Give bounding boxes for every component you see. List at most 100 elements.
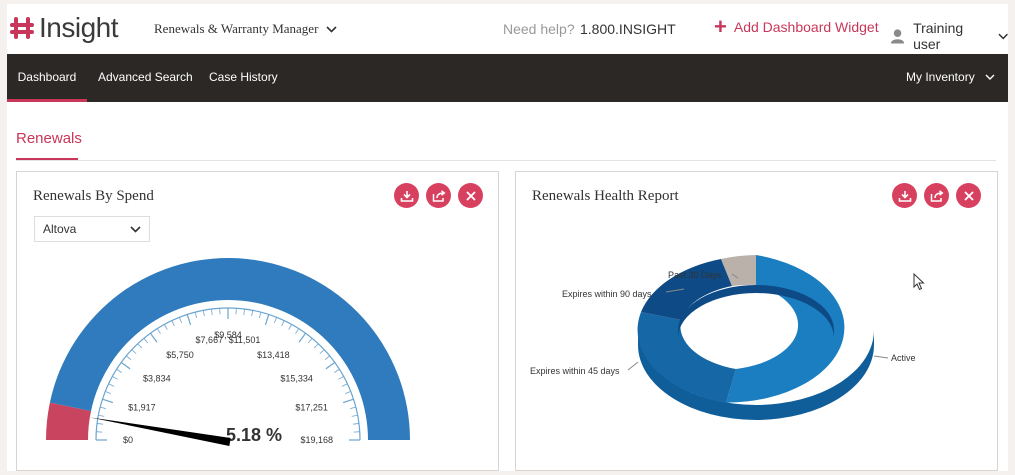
- leader-line: [873, 355, 889, 359]
- logo-text: Insight: [39, 12, 119, 43]
- app-switcher[interactable]: Renewals & Warranty Manager: [154, 21, 337, 37]
- close-button[interactable]: [458, 183, 483, 208]
- panel-title: Renewals Health Report: [532, 188, 679, 204]
- gauge-minor-tick: [258, 312, 262, 319]
- gauge-major-tick: [264, 314, 270, 326]
- gauge-minor-tick: [156, 328, 161, 334]
- download-button[interactable]: [394, 183, 419, 208]
- add-dashboard-widget-button[interactable]: + Add Dashboard Widget: [714, 14, 879, 39]
- donut-label-expires-90: Expires within 90 days: [562, 289, 652, 299]
- insight-logo[interactable]: Insight: [9, 12, 119, 44]
- gauge-minor-tick: [179, 317, 182, 323]
- gauge-tick-label: $11,501: [229, 335, 261, 345]
- gauge-minor-tick: [164, 324, 168, 330]
- gauge-minor-tick: [202, 310, 205, 317]
- phone-number[interactable]: 1.800.INSIGHT: [580, 21, 676, 37]
- gauge-minor-tick: [288, 324, 292, 330]
- share-icon: [930, 189, 944, 202]
- gauge-minor-tick: [324, 355, 330, 360]
- gauge-needle: [89, 417, 231, 446]
- help-label: Need help?: [503, 21, 575, 37]
- gauge-minor-tick: [171, 320, 175, 327]
- add-widget-label: Add Dashboard Widget: [733, 19, 879, 35]
- gauge-major-tick: [120, 361, 131, 370]
- gauge-minor-tick: [345, 391, 351, 394]
- renewals-by-spend-panel: Renewals By Spend Altova $0 $1,917 $3,834 $…: [16, 171, 499, 471]
- gauge-tick-label: $1,917: [128, 403, 156, 413]
- gauge-minor-tick: [251, 310, 254, 317]
- share-icon: [432, 189, 446, 202]
- chevron-down-icon: [998, 33, 1008, 39]
- nav-tab-case-history[interactable]: Case History: [209, 54, 278, 102]
- gauge-minor-tick: [313, 343, 319, 349]
- download-button[interactable]: [892, 183, 917, 208]
- plus-icon: +: [714, 14, 727, 39]
- gauge-minor-tick: [349, 406, 356, 410]
- chevron-down-icon: [985, 74, 995, 80]
- gauge-minor-tick: [98, 414, 105, 417]
- leader-line: [627, 361, 639, 371]
- gauge-tick-label: $5,750: [166, 350, 194, 360]
- gauge-major-tick: [325, 361, 336, 370]
- gauge-major-tick: [149, 332, 158, 343]
- gauge-tick-label: $15,334: [280, 373, 313, 383]
- app-switcher-label: Renewals & Warranty Manager: [154, 21, 319, 36]
- download-icon: [898, 190, 911, 202]
- gauge-value-label: 5.18 %: [226, 425, 282, 445]
- gauge-tick-label: $13,418: [257, 350, 290, 360]
- donut-slice-expires-45[interactable]: [637, 312, 736, 403]
- my-inventory-label: My Inventory: [906, 70, 975, 84]
- gauge-minor-tick: [137, 343, 143, 349]
- panel-actions: [394, 183, 483, 208]
- share-button[interactable]: [426, 183, 451, 208]
- my-inventory-menu[interactable]: My Inventory: [906, 54, 995, 100]
- donut-label-active: Active: [891, 353, 916, 363]
- gauge-minor-tick: [274, 317, 277, 323]
- gauge-minor-tick: [338, 376, 344, 380]
- gauge-major-tick: [186, 314, 192, 326]
- gauge-band: [49, 258, 410, 440]
- close-button[interactable]: [956, 183, 981, 208]
- insight-logo-icon: [10, 17, 34, 39]
- section-divider: [16, 160, 996, 161]
- gauge-minor-tick: [351, 414, 358, 417]
- renewals-health-report-panel: Renewals Health Report Active Expires wi…: [515, 171, 998, 471]
- gauge-minor-tick: [243, 308, 245, 316]
- gauge-minor-tick: [319, 349, 325, 355]
- gauge-tick-label: $19,168: [300, 435, 333, 445]
- mouse-cursor-icon: [913, 273, 925, 291]
- share-button[interactable]: [924, 183, 949, 208]
- gauge-minor-tick: [211, 308, 213, 316]
- panel-title: Renewals By Spend: [33, 188, 154, 204]
- app-frame: Insight Renewals & Warranty Manager Need…: [7, 4, 1008, 471]
- gauge-minor-tick: [100, 406, 107, 410]
- gauge-minor-tick: [112, 376, 118, 380]
- gauge-minor-tick: [143, 338, 148, 344]
- gauge-minor-tick: [281, 320, 285, 327]
- top-header: Insight Renewals & Warranty Manager Need…: [7, 4, 1008, 54]
- health-donut-chart: Active Expires within 45 days Expires wi…: [530, 255, 916, 420]
- gauge-minor-tick: [295, 328, 300, 334]
- gauge-major-tick: [102, 398, 114, 404]
- user-menu[interactable]: Training user: [890, 20, 1008, 52]
- main-nav: Dashboard Advanced Search Case History M…: [7, 54, 1008, 102]
- tab-renewals[interactable]: Renewals: [16, 130, 82, 147]
- gauge-minor-tick: [96, 423, 104, 425]
- chevron-down-icon: [326, 25, 337, 33]
- nav-tab-advanced-search[interactable]: Advanced Search: [98, 54, 193, 102]
- gauge-minor-tick: [308, 338, 313, 344]
- gauge-tick-label: $17,251: [295, 403, 328, 413]
- nav-tab-dashboard[interactable]: Dashboard: [7, 54, 87, 102]
- gauge-tick-label: $3,834: [143, 373, 171, 383]
- user-name: Training user: [913, 20, 964, 52]
- gauge-minor-tick: [105, 391, 111, 394]
- close-icon: [963, 190, 974, 201]
- gauge-major-tick: [342, 398, 354, 404]
- gauge-minor-tick: [194, 312, 198, 319]
- gauge-minor-tick: [131, 349, 137, 355]
- gauge-minor-tick: [352, 423, 360, 425]
- spend-gauge: $0$1,917$3,834$5,750$7,667$9,584$11,501$…: [46, 258, 410, 446]
- close-icon: [465, 190, 476, 201]
- donut-label-expires-45: Expires within 45 days: [530, 366, 620, 376]
- panel-actions: [892, 183, 981, 208]
